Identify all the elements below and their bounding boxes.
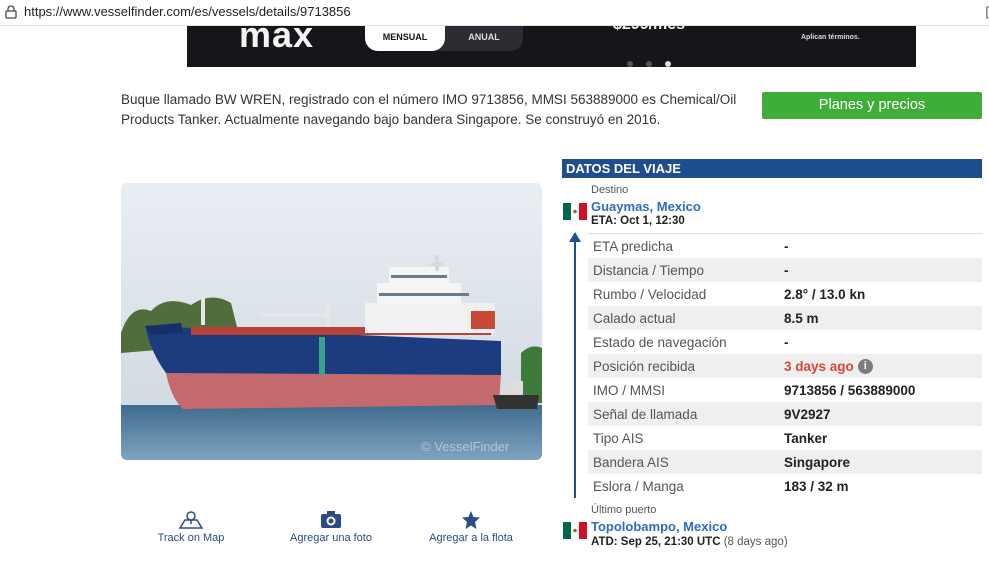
row-value: - [784, 238, 789, 254]
add-to-fleet-button[interactable]: Agregar a la flota [406, 510, 536, 544]
row-key: Eslora / Manga [593, 478, 684, 494]
row-key: Distancia / Tiempo [593, 262, 705, 278]
row-value: 2.8° / 13.0 kn [784, 286, 866, 302]
position-received-value: 3 days ago [784, 358, 854, 374]
destination-link[interactable]: Guaymas, Mexico [591, 199, 701, 214]
row-key: Tipo AIS [593, 430, 644, 446]
atd-time: ATD: Sep 25, 21:30 UTC [591, 536, 721, 548]
route-timeline [574, 240, 576, 498]
star-icon [462, 511, 480, 529]
table-row: Estado de navegación - [588, 330, 982, 354]
info-icon[interactable]: i [857, 358, 873, 374]
plans-button[interactable]: Planes y precios [762, 92, 982, 119]
vessel-photo[interactable]: © VesselFinder [121, 183, 542, 460]
vessel-description: Buque llamado BW WREN, registrado con el… [121, 92, 737, 127]
ship-image: © VesselFinder [121, 183, 542, 460]
table-row: Calado actual 8.5 m [588, 306, 982, 330]
browser-url-bar[interactable]: https://www.vesselfinder.com/es/vessels/… [0, 0, 989, 26]
ad-toggle-annual[interactable]: ANUAL [445, 26, 523, 51]
add-photo-button[interactable]: Agregar una foto [266, 510, 396, 544]
ad-terms: Aplican términos. [801, 34, 860, 41]
row-key: Bandera AIS [593, 454, 669, 470]
table-row: Rumbo / Velocidad 2.8° / 13.0 kn [588, 282, 982, 306]
atd-ago: (8 days ago) [723, 536, 788, 548]
track-on-map-button[interactable]: Track on Map [126, 510, 256, 544]
track-on-map-label: Track on Map [157, 532, 225, 544]
edge-bracket: [ [985, 4, 989, 19]
row-key: IMO / MMSI [593, 382, 665, 398]
row-value: - [784, 334, 789, 350]
table-row: ETA predicha - [588, 234, 982, 258]
row-value: Singapore [784, 454, 851, 470]
last-port-label: Último puerto [591, 504, 657, 516]
row-key: Rumbo / Velocidad [593, 286, 707, 302]
ad-brand-logo: max [239, 26, 315, 55]
last-port-atd: ATD: Sep 25, 21:30 UTC (8 days ago) [591, 536, 788, 548]
mexico-flag-icon [563, 203, 587, 220]
table-row: Eslora / Manga 183 / 32 m [588, 474, 982, 498]
camera-icon [321, 511, 341, 528]
url-text[interactable]: https://www.vesselfinder.com/es/vessels/… [24, 4, 351, 19]
table-row: IMO / MMSI 9713856 / 563889000 [588, 378, 982, 402]
row-value: 8.5 m [784, 310, 819, 326]
table-row: Posición recibida 3 days ago i [588, 354, 982, 378]
add-photo-label: Agregar una foto [290, 532, 372, 544]
voyage-header: DATOS DEL VIAJE [562, 159, 982, 178]
table-row: Distancia / Tiempo - [588, 258, 982, 282]
mexico-flag-icon [563, 522, 587, 539]
photo-watermark: © VesselFinder [421, 439, 510, 454]
table-row: Bandera AIS Singapore [588, 450, 982, 474]
ad-price: $299/mes [613, 26, 685, 34]
row-value: Tanker [784, 430, 828, 446]
row-value: - [784, 262, 789, 278]
ad-banner[interactable]: max MENSUAL ANUAL $299/mes Aplican térmi… [187, 26, 916, 67]
destination-label: Destino [591, 184, 629, 196]
lock-icon [5, 5, 17, 19]
voyage-table: ETA predicha - Distancia / Tiempo - Rumbo … [588, 234, 982, 498]
row-value: 9713856 / 563889000 [784, 382, 916, 398]
map-icon [178, 511, 204, 529]
destination-eta: ETA: Oct 1, 12:30 [591, 215, 685, 227]
last-port-link[interactable]: Topolobampo, Mexico [591, 519, 727, 534]
row-value: 9V2927 [784, 406, 831, 422]
add-to-fleet-label: Agregar a la flota [429, 532, 513, 544]
row-key: Estado de navegación [593, 334, 727, 350]
ad-plan-toggle[interactable]: MENSUAL ANUAL [365, 26, 523, 51]
ad-toggle-monthly[interactable]: MENSUAL [365, 26, 445, 51]
row-key: Calado actual [593, 310, 676, 326]
table-row: Tipo AIS Tanker [588, 426, 982, 450]
carousel-dot[interactable] [646, 61, 652, 67]
row-key: Señal de llamada [593, 406, 698, 422]
carousel-dot[interactable] [627, 61, 633, 67]
table-row: Señal de llamada 9V2927 [588, 402, 982, 426]
ad-carousel-dots[interactable] [627, 54, 684, 67]
row-value: 183 / 32 m [784, 478, 849, 494]
carousel-dot-active[interactable] [665, 61, 671, 67]
row-key: ETA predicha [593, 238, 674, 254]
row-key: Posición recibida [593, 358, 696, 374]
